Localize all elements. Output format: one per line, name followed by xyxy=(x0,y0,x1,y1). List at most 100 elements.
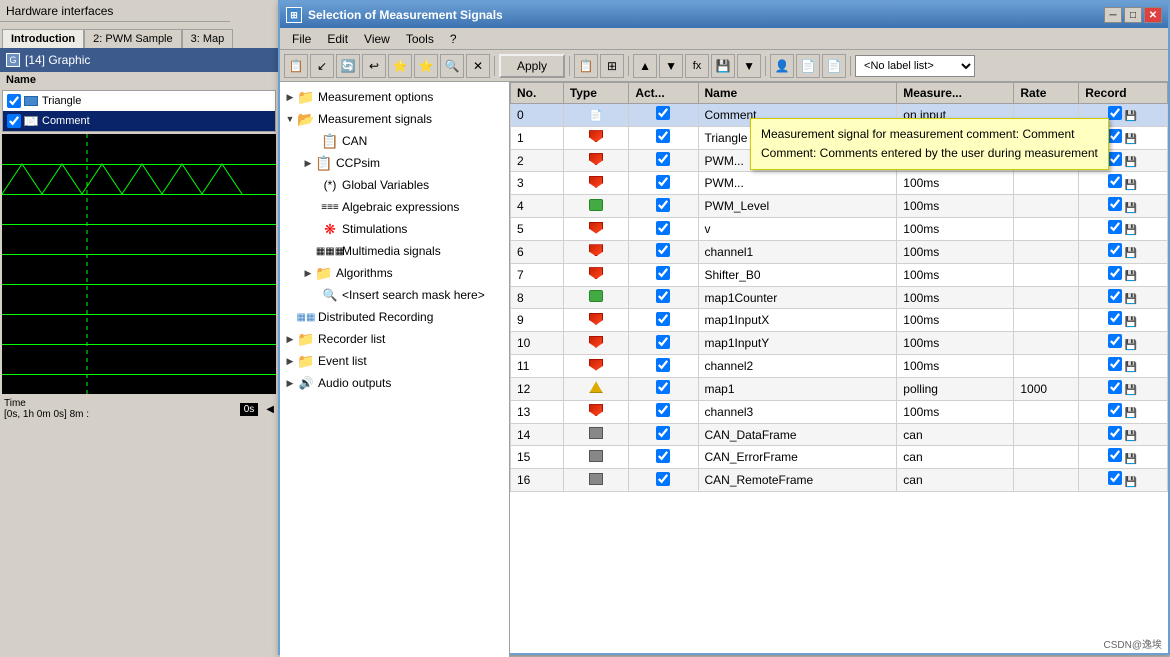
record-checkbox[interactable] xyxy=(1108,152,1122,166)
act-checkbox[interactable] xyxy=(656,472,670,486)
table-row[interactable]: 8map1Counter100ms💾 xyxy=(511,286,1168,309)
tree-recorder-list[interactable]: ▶ 📁 Recorder list xyxy=(280,328,509,350)
restore-button[interactable]: □ xyxy=(1124,7,1142,23)
tree-measurement-options[interactable]: ▶ 📁 Measurement options xyxy=(280,86,509,108)
toolbar-btn-5[interactable]: ⭐ xyxy=(388,54,412,78)
record-checkbox[interactable] xyxy=(1108,448,1122,462)
table-row[interactable]: 13channel3100ms💾 xyxy=(511,400,1168,423)
record-checkbox[interactable] xyxy=(1108,106,1122,120)
table-row[interactable]: 7Shifter_B0100ms💾 xyxy=(511,263,1168,286)
cell-record[interactable]: 💾 xyxy=(1079,172,1168,195)
menu-help[interactable]: ? xyxy=(442,30,465,48)
table-row[interactable]: 10map1InputY100ms💾 xyxy=(511,332,1168,355)
tree-audio-outputs[interactable]: ▶ 🔊 Audio outputs xyxy=(280,372,509,394)
comment-checkbox[interactable] xyxy=(7,114,21,128)
table-row[interactable]: 3PWM...100ms💾 xyxy=(511,172,1168,195)
tree-global-vars[interactable]: (*) Global Variables xyxy=(280,174,509,196)
record-checkbox[interactable] xyxy=(1108,129,1122,143)
cell-act[interactable] xyxy=(629,377,698,400)
act-checkbox[interactable] xyxy=(656,449,670,463)
toolbar-btn-4[interactable]: ↩ xyxy=(362,54,386,78)
triangle-checkbox[interactable] xyxy=(7,94,21,108)
cell-act[interactable] xyxy=(629,400,698,423)
toolbar-btn-3[interactable]: 🔄 xyxy=(336,54,360,78)
act-checkbox[interactable] xyxy=(656,198,670,212)
act-checkbox[interactable] xyxy=(656,221,670,235)
record-checkbox[interactable] xyxy=(1108,243,1122,257)
toolbar-add-btn[interactable]: 📋 xyxy=(284,54,308,78)
cell-record[interactable]: 💾 xyxy=(1079,286,1168,309)
cell-act[interactable] xyxy=(629,195,698,218)
cell-record[interactable]: 💾 xyxy=(1079,240,1168,263)
record-checkbox[interactable] xyxy=(1108,334,1122,348)
table-row[interactable]: 15CAN_ErrorFramecan💾 xyxy=(511,446,1168,469)
cell-act[interactable] xyxy=(629,240,698,263)
toolbar-btn-6[interactable]: ⭐ xyxy=(414,54,438,78)
table-row[interactable]: 4PWM_Level100ms💾 xyxy=(511,195,1168,218)
tree-measurement-signals[interactable]: ▼ 📂 Measurement signals xyxy=(280,108,509,130)
toolbar-fx-btn[interactable]: fx xyxy=(685,54,709,78)
record-checkbox[interactable] xyxy=(1108,403,1122,417)
cell-record[interactable]: 💾 xyxy=(1079,355,1168,378)
record-checkbox[interactable] xyxy=(1108,266,1122,280)
scroll-arrow[interactable]: ◀ xyxy=(266,404,274,415)
toolbar-btn-8[interactable]: ✕ xyxy=(466,54,490,78)
tree-distributed-recording[interactable]: ▦▦ Distributed Recording xyxy=(280,306,509,328)
act-checkbox[interactable] xyxy=(656,426,670,440)
cell-record[interactable]: 💾 xyxy=(1079,309,1168,332)
record-checkbox[interactable] xyxy=(1108,289,1122,303)
close-button[interactable]: ✕ xyxy=(1144,7,1162,23)
cell-act[interactable] xyxy=(629,104,698,127)
record-checkbox[interactable] xyxy=(1108,471,1122,485)
table-row[interactable]: 9map1InputX100ms💾 xyxy=(511,309,1168,332)
toolbar-cam-btn[interactable]: 👤 xyxy=(770,54,794,78)
toolbar-btn-2[interactable]: ↙ xyxy=(310,54,334,78)
record-checkbox[interactable] xyxy=(1108,220,1122,234)
tree-can[interactable]: 📋 CAN xyxy=(280,130,509,152)
toolbar-up-btn[interactable]: ▲ xyxy=(633,54,657,78)
tab-pwm[interactable]: 2: PWM Sample xyxy=(84,29,181,48)
tree-stimulations[interactable]: ❋ Stimulations xyxy=(280,218,509,240)
menu-edit[interactable]: Edit xyxy=(319,30,356,48)
tab-map[interactable]: 3: Map xyxy=(182,29,234,48)
record-checkbox[interactable] xyxy=(1108,174,1122,188)
toolbar-btn-extra1[interactable]: 📄 xyxy=(796,54,820,78)
toolbar-btn-extra2[interactable]: 📄 xyxy=(822,54,846,78)
cell-act[interactable] xyxy=(629,355,698,378)
cell-act[interactable] xyxy=(629,126,698,149)
cell-act[interactable] xyxy=(629,332,698,355)
cell-act[interactable] xyxy=(629,149,698,172)
signal-row-triangle[interactable]: Triangle xyxy=(3,91,275,111)
cell-record[interactable]: 💾 xyxy=(1079,446,1168,469)
menu-tools[interactable]: Tools xyxy=(398,30,442,48)
act-checkbox[interactable] xyxy=(656,312,670,326)
cell-act[interactable] xyxy=(629,263,698,286)
cell-record[interactable]: 💾 xyxy=(1079,332,1168,355)
table-row[interactable]: 16CAN_RemoteFramecan💾 xyxy=(511,469,1168,492)
cell-record[interactable]: 💾 xyxy=(1079,218,1168,241)
act-checkbox[interactable] xyxy=(656,243,670,257)
cell-record[interactable]: 💾 xyxy=(1079,263,1168,286)
table-row[interactable]: 14CAN_DataFramecan💾 xyxy=(511,423,1168,446)
table-row[interactable]: 11channel2100ms💾 xyxy=(511,355,1168,378)
record-checkbox[interactable] xyxy=(1108,357,1122,371)
cell-act[interactable] xyxy=(629,469,698,492)
table-row[interactable]: 6channel1100ms💾 xyxy=(511,240,1168,263)
cell-act[interactable] xyxy=(629,172,698,195)
cell-record[interactable]: 💾 xyxy=(1079,195,1168,218)
tree-event-list[interactable]: ▶ 📁 Event list xyxy=(280,350,509,372)
cell-act[interactable] xyxy=(629,423,698,446)
menu-file[interactable]: File xyxy=(284,30,319,48)
toolbar-dropdown-btn[interactable]: ▼ xyxy=(737,54,761,78)
act-checkbox[interactable] xyxy=(656,289,670,303)
tree-multimedia[interactable]: ▦▦▦ Multimedia signals xyxy=(280,240,509,262)
act-checkbox[interactable] xyxy=(656,266,670,280)
table-row[interactable]: 12map1polling1000💾 xyxy=(511,377,1168,400)
apply-button[interactable]: Apply xyxy=(499,54,565,78)
act-checkbox[interactable] xyxy=(656,380,670,394)
table-row[interactable]: 5v100ms💾 xyxy=(511,218,1168,241)
tree-algorithms[interactable]: ▶ 📁 Algorithms xyxy=(280,262,509,284)
cell-act[interactable] xyxy=(629,446,698,469)
act-checkbox[interactable] xyxy=(656,175,670,189)
act-checkbox[interactable] xyxy=(656,152,670,166)
